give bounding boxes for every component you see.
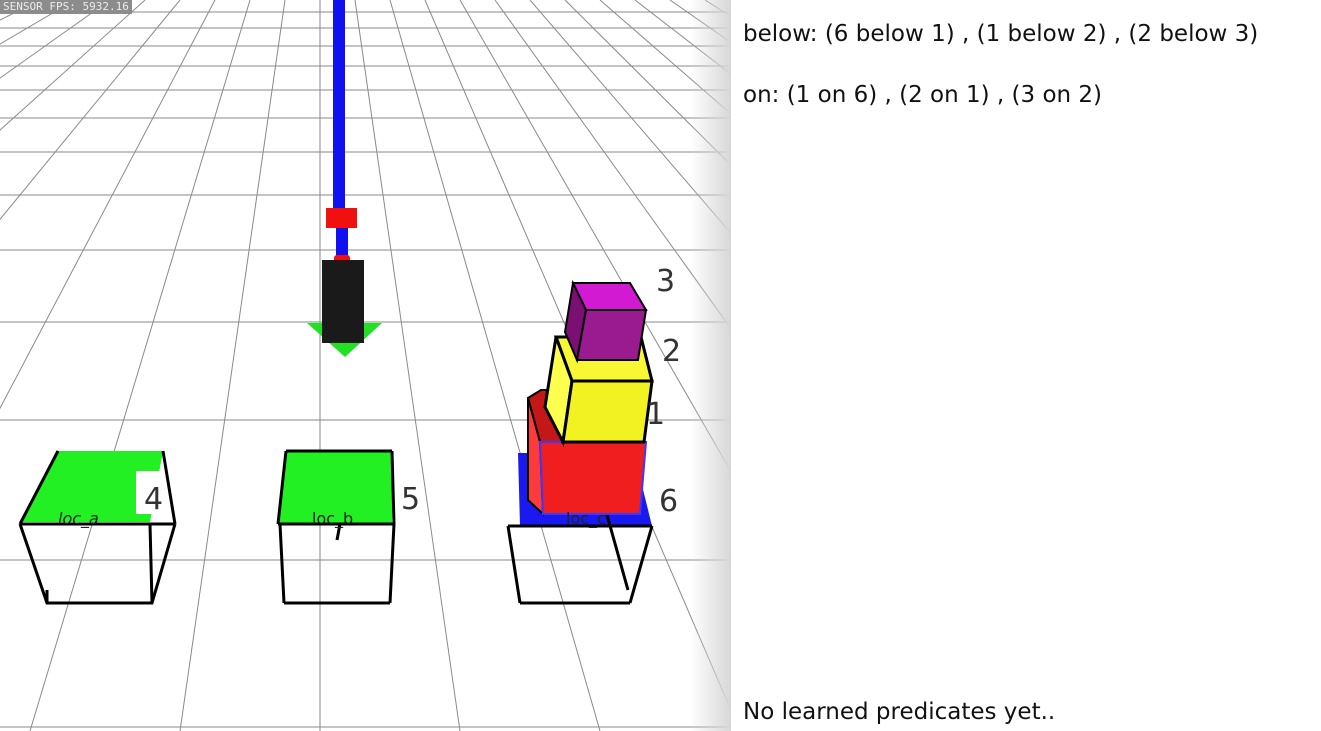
object-number-1: 1: [646, 397, 665, 432]
gripper: [322, 260, 364, 343]
object-number-3: 3: [656, 264, 675, 299]
object-number-5: 5: [401, 482, 420, 517]
on-predicates: on: (1 on 6) , (2 on 1) , (3 on 2): [743, 82, 1103, 108]
viewport-edge-shade: [690, 0, 731, 731]
table-label-loc-a: loc_a: [58, 509, 99, 529]
table-label-loc-c: loc_c: [566, 509, 606, 529]
object-number-4: 4: [144, 482, 163, 517]
fps-counter: SENSOR FPS: 5932.16: [0, 0, 132, 14]
simulation-viewport[interactable]: loc_a loc_b loc_c 4 5 6 1 2 3 SENSOR FPS…: [0, 0, 731, 731]
object-number-6: 6: [659, 484, 678, 519]
scene-canvas: loc_a loc_b loc_c 4 5 6 1 2 3: [0, 0, 731, 731]
arm-joint: [326, 208, 357, 228]
robot-arm: [307, 0, 382, 357]
block-stack: [526, 279, 654, 517]
below-predicates: below: (6 below 1) , (1 below 2) , (2 be…: [743, 21, 1259, 47]
table-label-loc-b: loc_b: [312, 509, 353, 529]
object-number-2: 2: [662, 334, 681, 369]
block-3: [563, 279, 648, 364]
arm-rod-lower: [336, 228, 348, 258]
predicate-panel: below: (6 below 1) , (1 below 2) , (2 be…: [731, 0, 1321, 731]
arm-rod-upper: [333, 0, 345, 215]
learned-predicates-status: No learned predicates yet..: [743, 699, 1056, 725]
